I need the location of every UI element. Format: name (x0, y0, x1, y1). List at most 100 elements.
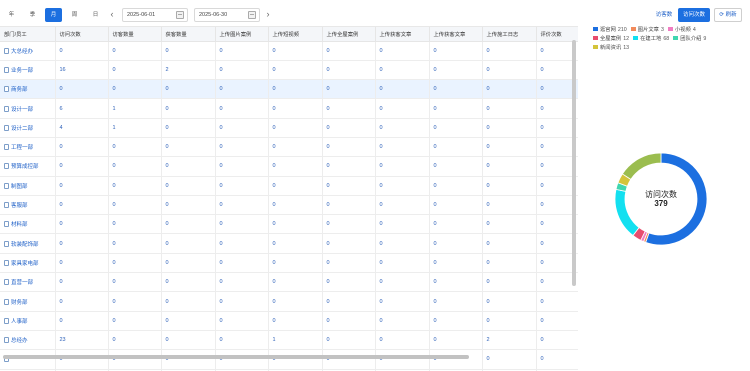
table-row[interactable]: 财务部 0 0 0 0 0 0 0 0 0 0 (0, 291, 578, 312)
legend-swatch (633, 36, 639, 40)
next-period-button[interactable]: › (262, 8, 274, 22)
department-cell[interactable]: 制图部 (0, 176, 56, 196)
legend-item[interactable]: 在建工地 68 (633, 34, 669, 42)
department-cell[interactable]: 业务一部 (0, 60, 56, 81)
metric-cell: 0 (429, 233, 483, 254)
metric-cell: 0 (482, 214, 537, 235)
stats-table-container[interactable]: 部门/员工 访问次数 访客数量 获客数量 上传图片案例 上传短视频 上传全屋案例 上传获客文章… (0, 26, 578, 371)
legend-name: 逛官网 (600, 27, 616, 33)
department-cell[interactable]: 总经办 (0, 330, 56, 351)
segment-year[interactable]: 年 (3, 8, 20, 22)
metric-cell: 0 (322, 330, 376, 351)
metric-cell: 0 (536, 349, 578, 370)
department-name: 设计一部 (11, 106, 34, 113)
department-cell[interactable]: 工程一部 (0, 137, 56, 158)
department-cell[interactable]: 商务部 (0, 79, 56, 100)
table-row[interactable]: 大总经办 0 0 0 0 0 0 0 0 0 0 (0, 41, 578, 61)
legend-swatch (667, 27, 673, 31)
metric-cell: 0 (161, 272, 216, 293)
table-row[interactable]: 0000000000 (0, 349, 578, 370)
metric-cell: 0 (322, 291, 376, 312)
horizontal-scrollbar[interactable] (3, 355, 469, 359)
refresh-button[interactable]: ⟳ 刷新 (714, 8, 742, 22)
department-cell[interactable]: 材料部 (0, 214, 56, 235)
table-row[interactable]: 客服部 0 0 0 0 0 0 0 0 0 0 (0, 195, 578, 216)
legend-item[interactable]: 图片文章 3 (630, 25, 664, 33)
department-name: 制图部 (11, 183, 28, 190)
visits-tab[interactable]: 访问次数 (678, 8, 710, 22)
department-cell[interactable] (0, 349, 56, 370)
department-cell[interactable]: 直营一部 (0, 272, 56, 293)
legend-item[interactable]: 逛官网 210 (593, 25, 627, 33)
table-row[interactable]: 制图部 0 0 0 0 0 0 0 0 0 0 (0, 176, 578, 196)
department-name: 工程一部 (11, 145, 34, 152)
end-date-field[interactable]: 2025-06-30 (194, 8, 260, 22)
start-date-field[interactable]: 2025-06-01 (122, 8, 188, 22)
metric-cell: 0 (375, 233, 430, 254)
metric-cell: 0 (55, 233, 109, 254)
metric-cell: 1 (108, 118, 162, 138)
department-cell[interactable]: 客服部 (0, 195, 56, 216)
legend-name: 在建工地 (640, 36, 662, 42)
department-cell[interactable]: 预算成控部 (0, 156, 56, 177)
metric-cell: 0 (429, 176, 483, 196)
legend-item[interactable]: 团队介绍 9 (673, 34, 706, 42)
document-icon (4, 317, 9, 324)
metric-cell: 0 (268, 349, 323, 370)
legend-value: 3 (660, 27, 664, 33)
table-row[interactable]: 直营一部 0 0 0 0 0 0 0 0 0 0 (0, 272, 578, 293)
metric-cell: 0 (215, 98, 269, 119)
metric-cell: 0 (375, 137, 430, 158)
segment-day[interactable]: 日 (87, 8, 104, 22)
table-row[interactable]: 工程一部 0 0 0 0 0 0 0 0 0 0 (0, 137, 578, 158)
department-cell[interactable]: 设计一部 (0, 98, 56, 119)
donut-slice-7[interactable] (621, 152, 662, 180)
table-row[interactable]: 设计一部 6 1 0 0 0 0 0 0 0 0 (0, 98, 578, 119)
vertical-scrollbar[interactable] (572, 40, 576, 286)
table-row[interactable]: 业务一部 16 0 2 0 0 0 0 0 0 0 (0, 60, 578, 81)
table-row[interactable]: 人事部 0 0 0 0 0 0 0 0 0 0 (0, 311, 578, 331)
table-row[interactable]: 总经办 23 0 0 0 1 0 0 0 2 0 (0, 330, 578, 351)
column-header: 上传施工日志 (482, 27, 537, 42)
table-row[interactable]: 预算成控部 0 0 0 0 0 0 0 0 0 0 (0, 156, 578, 177)
metric-cell: 0 (108, 311, 162, 331)
metric-cell: 0 (429, 156, 483, 177)
segment-week[interactable]: 周 (66, 8, 83, 22)
metric-cell: 0 (322, 176, 376, 196)
legend-value: 68 (663, 36, 670, 42)
legend-item[interactable]: 小视频 4 (667, 25, 696, 33)
metric-cell: 0 (429, 253, 483, 274)
table-row[interactable]: 软装配饰部 0 0 0 0 0 0 0 0 0 0 (0, 233, 578, 254)
metric-cell: 0 (108, 233, 162, 254)
legend-swatch (630, 27, 636, 31)
metric-cell: 0 (108, 195, 162, 216)
legend-item[interactable]: 新闻资讯 13 (593, 43, 629, 51)
metric-cell: 0 (215, 291, 269, 312)
table-row[interactable]: 设计二部 4 1 0 0 0 0 0 0 0 0 (0, 118, 578, 138)
prev-period-button[interactable]: ‹ (106, 8, 118, 22)
metric-cell: 0 (55, 41, 109, 61)
document-icon (4, 202, 9, 209)
department-cell[interactable]: 家具家电部 (0, 253, 56, 274)
metric-cell: 0 (268, 41, 323, 61)
metric-cell: 0 (108, 41, 162, 61)
table-row[interactable]: 商务部 0 0 0 0 0 0 0 0 0 0 (0, 79, 578, 100)
department-cell[interactable]: 软装配饰部 (0, 233, 56, 254)
segment-month[interactable]: 月 (45, 8, 62, 22)
visitors-tab[interactable]: 访客数 (652, 8, 676, 22)
table-row[interactable]: 材料部 0 0 0 0 0 0 0 0 0 0 (0, 214, 578, 235)
metric-cell: 0 (322, 195, 376, 216)
metric-cell: 0 (322, 214, 376, 235)
legend-item[interactable]: 全屋案例 12 (593, 34, 629, 42)
department-cell[interactable]: 大总经办 (0, 41, 56, 61)
department-cell[interactable]: 财务部 (0, 291, 56, 312)
metric-cell: 0 (322, 253, 376, 274)
department-cell[interactable]: 人事部 (0, 311, 56, 331)
metric-cell: 0 (55, 272, 109, 293)
metric-cell: 0 (322, 60, 376, 81)
department-cell[interactable]: 设计二部 (0, 118, 56, 138)
segment-quarter[interactable]: 季 (24, 8, 41, 22)
table-header-row: 部门/员工 访问次数 访客数量 获客数量 上传图片案例 上传短视频 上传全屋案例 上传获客文章… (0, 27, 578, 42)
table-row[interactable]: 家具家电部 0 0 0 0 0 0 0 0 0 0 (0, 253, 578, 274)
metric-cell: 0 (161, 195, 216, 216)
